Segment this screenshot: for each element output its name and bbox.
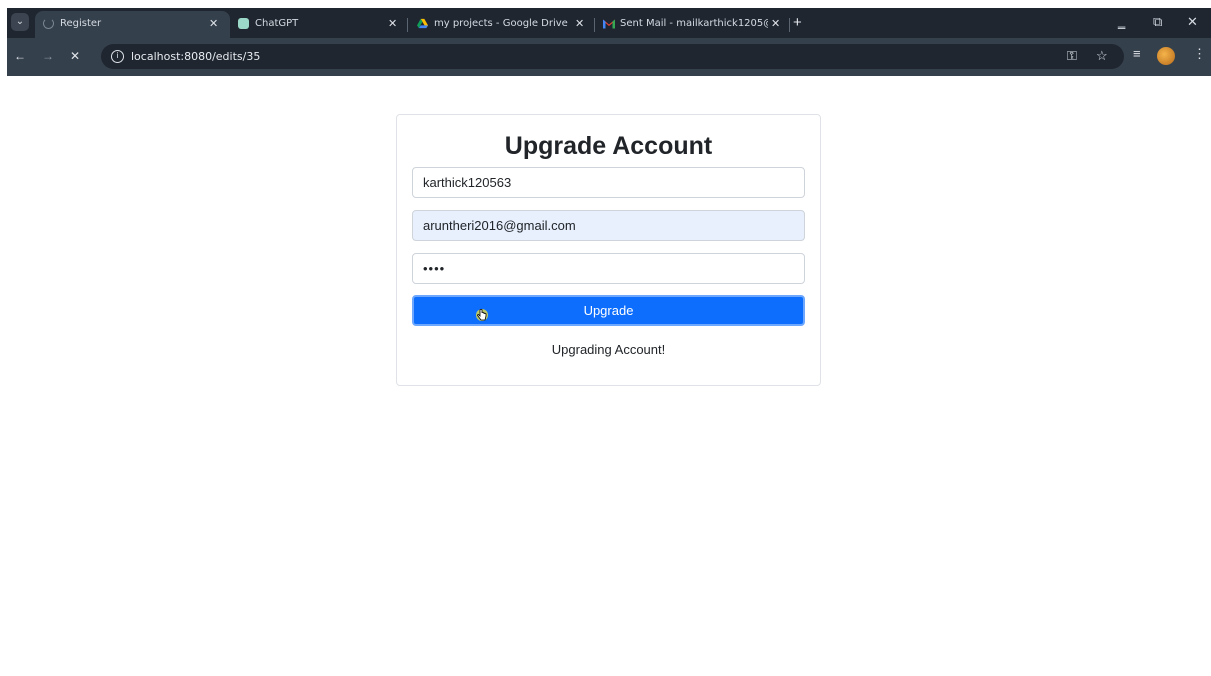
close-icon[interactable]: ✕ — [771, 17, 780, 30]
loading-spinner-icon — [43, 18, 54, 29]
password-key-icon[interactable]: ⚿ — [1067, 48, 1077, 64]
back-icon[interactable]: ← — [14, 49, 26, 63]
email-input[interactable]: aruntheri2016@gmail.com — [412, 210, 805, 241]
close-window-icon[interactable]: ✕ — [1187, 14, 1198, 30]
reading-list-icon[interactable]: ≡ — [1133, 46, 1141, 61]
stop-loading-icon[interactable]: ✕ — [70, 49, 80, 63]
more-menu-icon[interactable]: ⋮ — [1193, 46, 1206, 62]
tab-gmail[interactable]: Sent Mail - mailkarthick1205@ ✕ — [595, 11, 785, 38]
page-title: Upgrade Account — [504, 132, 713, 160]
restore-icon[interactable]: ⧉ — [1153, 14, 1162, 30]
browser-toolbar: ← → ✕ i localhost:8080/edits/35 ⚿ ☆ ≡ ⋮ — [7, 38, 1211, 76]
tab-title: Sent Mail - mailkarthick1205@ — [620, 18, 768, 29]
google-drive-icon — [417, 18, 428, 29]
forward-icon[interactable]: → — [42, 49, 54, 63]
browser-window: ⌄ Register ✕ ChatGPT ✕ my projects - Goo… — [0, 0, 1211, 676]
tab-register[interactable]: Register ✕ — [35, 11, 230, 38]
tab-title: ChatGPT — [255, 18, 299, 29]
gmail-icon — [603, 18, 615, 29]
tab-separator — [407, 18, 408, 32]
minimize-icon[interactable]: ‗ — [1118, 14, 1125, 29]
tab-google-drive[interactable]: my projects - Google Drive ✕ — [409, 11, 592, 38]
tab-separator — [789, 18, 790, 32]
address-bar[interactable]: i localhost:8080/edits/35 ⚿ ☆ — [101, 44, 1124, 69]
password-input[interactable]: •••• — [412, 253, 805, 284]
upgrade-button[interactable]: Upgrade — [412, 295, 805, 326]
bookmark-star-icon[interactable]: ☆ — [1096, 48, 1108, 64]
tab-search-button[interactable]: ⌄ — [11, 13, 29, 31]
tab-strip: ⌄ Register ✕ ChatGPT ✕ my projects - Goo… — [7, 8, 1211, 38]
tab-title: Register — [60, 18, 102, 29]
url-text[interactable]: localhost:8080/edits/35 — [131, 50, 260, 63]
new-tab-button[interactable]: + — [793, 14, 802, 31]
close-icon[interactable]: ✕ — [575, 17, 584, 30]
upgrade-account-card: Upgrade Account karthick120563 aruntheri… — [396, 114, 821, 386]
hand-cursor-icon — [476, 308, 488, 321]
chatgpt-icon — [238, 18, 249, 29]
profile-avatar[interactable] — [1157, 47, 1175, 65]
username-input[interactable]: karthick120563 — [412, 167, 805, 198]
close-icon[interactable]: ✕ — [388, 17, 397, 30]
tab-title: my projects - Google Drive — [434, 18, 568, 29]
close-icon[interactable]: ✕ — [209, 17, 218, 30]
status-message: Upgrading Account! — [551, 342, 666, 357]
tab-chatgpt[interactable]: ChatGPT ✕ — [230, 11, 415, 38]
site-info-icon[interactable]: i — [111, 50, 124, 63]
